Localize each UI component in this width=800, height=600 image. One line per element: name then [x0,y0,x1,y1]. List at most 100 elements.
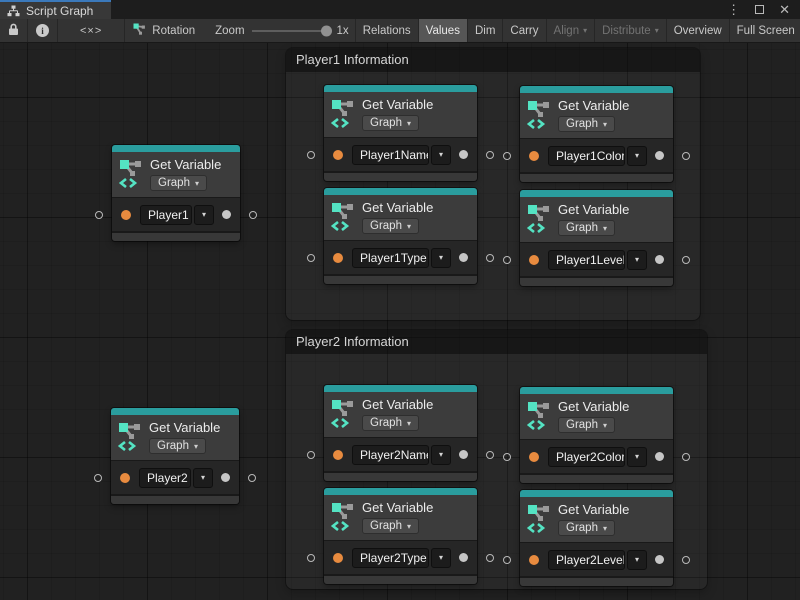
output-port[interactable] [655,255,664,264]
node-get-variable-player1type[interactable]: Get Variable Graph ▾ Player1Type ▾ [324,188,477,284]
output-port[interactable] [459,150,468,159]
relations-button[interactable]: Relations [356,19,418,42]
node-get-variable-player1[interactable]: Get Variable Graph ▾ Player1 ▾ [112,145,240,241]
connection-point-right[interactable] [486,451,494,459]
input-port[interactable] [333,553,343,563]
zoom-reset-button[interactable]: <×> [58,19,124,42]
variable-dropdown[interactable]: Player1Name ▾ [352,145,451,165]
connection-point-left[interactable] [307,451,315,459]
overview-button[interactable]: Overview [667,19,729,42]
graph-source-dropdown[interactable]: Graph ▾ [558,417,615,433]
connection-point-left[interactable] [503,556,511,564]
graph-canvas[interactable]: Player1 Information Player2 Information [0,43,800,600]
align-button[interactable]: Align ▾ [547,19,595,42]
node-get-variable-player1color[interactable]: Get Variable Graph ▾ Player1Color ▾ [520,86,673,182]
connection-point-left[interactable] [95,211,103,219]
output-port[interactable] [655,452,664,461]
node-header[interactable]: Get Variable Graph ▾ [324,92,477,137]
values-button[interactable]: Values [419,19,467,42]
zoom-slider[interactable] [252,19,330,42]
node-header[interactable]: Get Variable Graph ▾ [112,152,240,197]
connection-point-left[interactable] [94,474,102,482]
menu-icon[interactable]: ⋮ [727,3,740,16]
graph-source-dropdown[interactable]: Graph ▾ [362,218,419,234]
maximize-icon[interactable] [755,3,764,16]
output-port[interactable] [459,253,468,262]
node-header[interactable]: Get Variable Graph ▾ [520,394,673,439]
graph-source-dropdown[interactable]: Graph ▾ [149,438,206,454]
tab-script-graph[interactable]: Script Graph [0,0,111,19]
output-port[interactable] [655,151,664,160]
variable-dropdown[interactable]: Player2Level ▾ [548,550,647,570]
graph-source-dropdown[interactable]: Graph ▾ [362,518,419,534]
input-port[interactable] [529,452,539,462]
node-header[interactable]: Get Variable Graph ▾ [111,415,239,460]
node-header[interactable]: Get Variable Graph ▾ [324,392,477,437]
input-port[interactable] [120,473,130,483]
connection-point-right[interactable] [682,256,690,264]
node-get-variable-player2color[interactable]: Get Variable Graph ▾ Player2Color ▾ [520,387,673,483]
connection-point-right[interactable] [248,474,256,482]
connection-point-right[interactable] [486,151,494,159]
carry-button[interactable]: Carry [503,19,545,42]
dim-button[interactable]: Dim [468,19,502,42]
graph-source-dropdown[interactable]: Graph ▾ [558,116,615,132]
node-get-variable-player1name[interactable]: Get Variable Graph ▾ Player1Name ▾ [324,85,477,181]
variable-dropdown[interactable]: Player2Type ▾ [352,548,451,568]
connection-point-right[interactable] [249,211,257,219]
node-get-variable-player2type[interactable]: Get Variable Graph ▾ Player2Type ▾ [324,488,477,584]
group-header[interactable]: Player1 Information [286,48,700,72]
input-port[interactable] [529,151,539,161]
connection-point-left[interactable] [503,152,511,160]
graph-source-dropdown[interactable]: Graph ▾ [558,220,615,236]
connection-point-right[interactable] [682,556,690,564]
node-header[interactable]: Get Variable Graph ▾ [324,195,477,240]
output-port[interactable] [221,473,230,482]
variable-dropdown[interactable]: Player1Type ▾ [352,248,451,268]
variable-dropdown[interactable]: Player2 ▾ [139,468,213,488]
variable-dropdown[interactable]: Player2Name ▾ [352,445,451,465]
graph-source-dropdown[interactable]: Graph ▾ [558,520,615,536]
connection-point-right[interactable] [486,254,494,262]
connection-point-right[interactable] [486,554,494,562]
output-port[interactable] [222,210,231,219]
node-header[interactable]: Get Variable Graph ▾ [520,93,673,138]
connection-point-left[interactable] [307,554,315,562]
fullscreen-button[interactable]: Full Screen [730,19,800,42]
input-port[interactable] [529,555,539,565]
input-port[interactable] [333,253,343,263]
variable-dropdown[interactable]: Player2Color ▾ [548,447,647,467]
node-get-variable-player1level[interactable]: Get Variable Graph ▾ Player1Level ▾ [520,190,673,286]
graph-source-dropdown[interactable]: Graph ▾ [150,175,207,191]
node-header[interactable]: Get Variable Graph ▾ [520,197,673,242]
connection-point-right[interactable] [682,152,690,160]
variable-dropdown[interactable]: Player1Level ▾ [548,250,647,270]
graph-source-dropdown[interactable]: Graph ▾ [362,415,419,431]
input-port[interactable] [333,450,343,460]
connection-point-left[interactable] [503,453,511,461]
connection-point-left[interactable] [307,254,315,262]
variable-dropdown[interactable]: Player1 ▾ [140,205,214,225]
distribute-button[interactable]: Distribute ▾ [595,19,666,42]
graph-source-dropdown[interactable]: Graph ▾ [362,115,419,131]
variable-dropdown[interactable]: Player1Color ▾ [548,146,647,166]
close-icon[interactable]: ✕ [779,3,790,16]
zoom-slider-thumb[interactable] [321,25,332,36]
output-port[interactable] [459,553,468,562]
lock-button[interactable] [0,19,27,42]
input-port[interactable] [333,150,343,160]
output-port[interactable] [655,555,664,564]
group-header[interactable]: Player2 Information [286,330,707,354]
input-port[interactable] [529,255,539,265]
connection-point-right[interactable] [682,453,690,461]
connection-point-left[interactable] [503,256,511,264]
node-header[interactable]: Get Variable Graph ▾ [520,497,673,542]
node-get-variable-player2[interactable]: Get Variable Graph ▾ Player2 ▾ [111,408,239,504]
input-port[interactable] [121,210,131,220]
node-header[interactable]: Get Variable Graph ▾ [324,495,477,540]
info-button[interactable]: i [28,19,57,42]
node-get-variable-player2level[interactable]: Get Variable Graph ▾ Player2Level ▾ [520,490,673,586]
connection-point-left[interactable] [307,151,315,159]
output-port[interactable] [459,450,468,459]
node-get-variable-player2name[interactable]: Get Variable Graph ▾ Player2Name ▾ [324,385,477,481]
